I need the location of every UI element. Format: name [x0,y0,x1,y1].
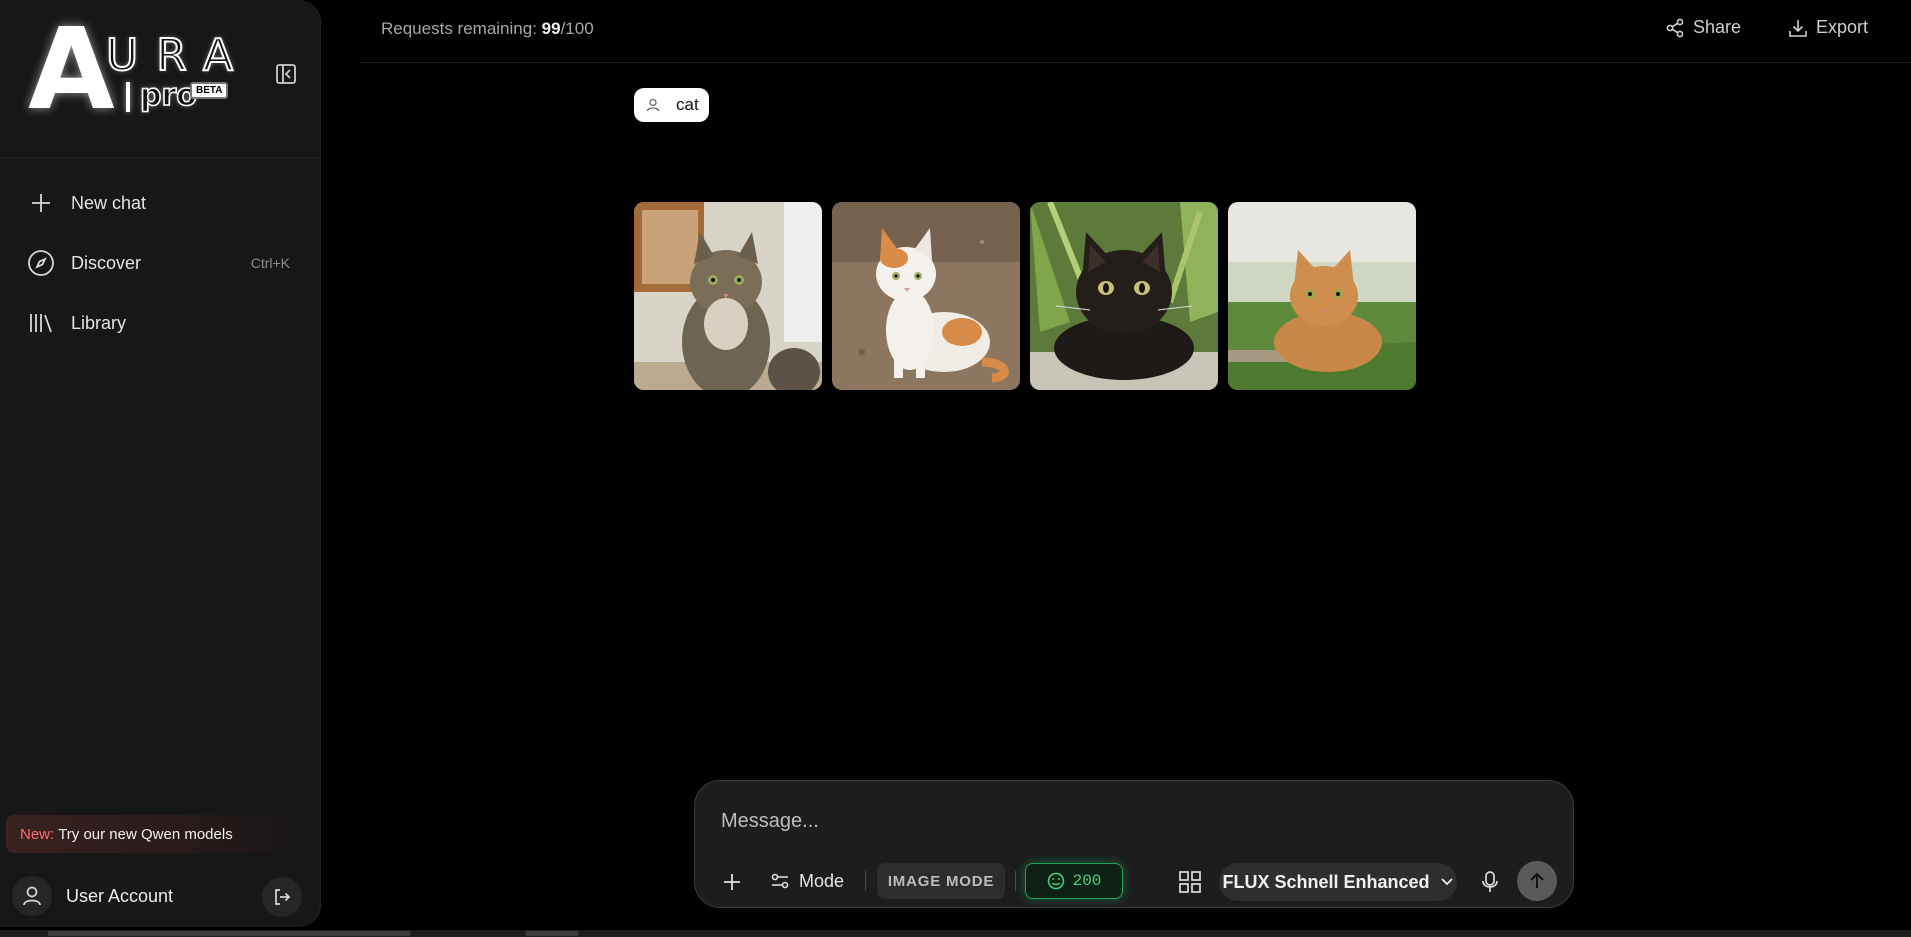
mode-button[interactable]: Mode [771,863,844,899]
image-mode-toggle[interactable]: IMAGE MODE [877,863,1005,899]
keyboard-shortcut: Ctrl+K [250,255,290,271]
requests-label: Requests remaining: [381,19,537,38]
promo-tag: New: [20,825,55,843]
scrollbar-thumb[interactable] [526,931,578,936]
generated-image[interactable] [1030,202,1218,390]
toolbar-divider [1015,871,1016,891]
sidebar-item-library[interactable]: Library [26,306,296,340]
sidebar-item-label: Library [71,312,127,333]
generated-image[interactable] [1228,202,1416,390]
model-name: FLUX Schnell Enhanced [1222,871,1430,892]
generated-image[interactable] [832,202,1020,390]
compass-icon [26,248,56,278]
logo-letter: A [28,5,115,135]
share-label: Share [1693,17,1742,37]
sidebar-item-discover[interactable]: Discover Ctrl+K [26,246,296,280]
chevron-down-icon [1440,878,1453,886]
sidebar-item-new-chat[interactable]: New chat [26,186,296,220]
share-icon [1666,18,1684,37]
model-select[interactable]: FLUX Schnell Enhanced [1219,863,1457,901]
export-label: Export [1816,17,1869,37]
sliders-icon [771,873,789,889]
smile-icon [1047,872,1064,890]
requests-total: /100 [560,19,594,38]
message-composer: Mode IMAGE MODE 200 FLUX Schnell Enhance… [694,780,1574,908]
horizontal-scrollbar[interactable] [0,930,1911,937]
toolbar-divider [865,871,866,891]
promo-banner[interactable]: New: Try our new Qwen models [6,815,286,853]
credits-badge[interactable]: 200 [1025,863,1123,899]
download-icon [1789,19,1807,37]
plus-icon [26,188,56,218]
user-account: User Account [12,876,302,917]
library-icon [26,308,56,338]
logo-divider [126,82,130,112]
requests-remaining: Requests remaining: 99/100 [381,19,594,39]
collapse-sidebar-icon[interactable] [275,63,297,85]
scrollbar-thumb[interactable] [48,931,410,936]
logo-word: URA [105,29,252,82]
sidebar-divider [0,157,320,158]
share-button[interactable]: Share [1665,17,1741,38]
generated-image[interactable] [634,202,822,390]
mode-label: Mode [799,870,845,891]
generated-image-gallery [634,202,1416,390]
message-input[interactable] [719,809,1543,834]
user-message-text: cat [676,95,699,114]
promo-text: Try our new Qwen models [58,825,233,843]
requests-used: 99 [541,19,561,38]
sidebar-item-label: Discover [71,252,142,273]
microphone-icon[interactable] [1473,865,1507,899]
grid-icon[interactable] [1173,865,1207,899]
attach-plus-icon[interactable] [715,865,749,899]
credits-value: 200 [1072,872,1102,890]
arrow-up-icon [1530,872,1544,888]
sidebar-item-label: New chat [71,192,147,213]
send-button[interactable] [1517,861,1557,901]
sidebar: A URA pro BETA New chat Discover Ctrl+K … [0,0,321,927]
export-button[interactable]: Export [1788,17,1868,38]
aura-pro-logo: A URA pro BETA [28,14,238,126]
logo-sub: pro [139,77,197,114]
top-bar: Requests remaining: 99/100 Share Export [360,0,1911,63]
user-account-name[interactable]: User Account [66,886,173,907]
logout-icon[interactable] [262,877,302,917]
user-icon [644,96,662,114]
beta-badge: BETA [190,82,229,99]
user-message: cat [634,88,709,122]
user-avatar-icon[interactable] [12,876,52,916]
